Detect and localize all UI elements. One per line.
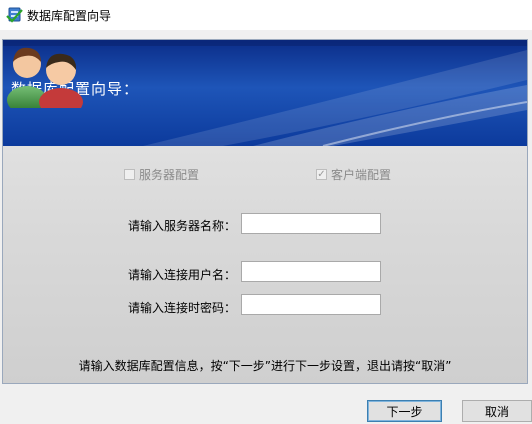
username-input[interactable] xyxy=(241,261,381,282)
client-config-label: 客户端配置 xyxy=(331,168,392,182)
password-label: 请输入连接时密码： xyxy=(127,301,236,315)
cancel-button[interactable]: 取消 xyxy=(462,400,532,422)
client-config-option[interactable]: ✓ 客户端配置 xyxy=(316,166,391,183)
next-button[interactable]: 下一步 xyxy=(367,400,442,422)
server-config-label: 服务器配置 xyxy=(139,168,200,182)
database-wizard-icon xyxy=(6,7,23,23)
username-label: 请输入连接用户名： xyxy=(127,268,236,282)
checkmark-icon: ✓ xyxy=(317,168,326,180)
instruction-text: 请输入数据库配置信息，按“下一步”进行下一步设置，退出请按“取消” xyxy=(78,359,452,373)
client-config-checkbox[interactable]: ✓ xyxy=(316,169,327,180)
server-name-input[interactable] xyxy=(241,213,381,234)
password-input[interactable] xyxy=(241,294,381,315)
server-name-label: 请输入服务器名称： xyxy=(127,219,236,233)
window-title: 数据库配置向导 xyxy=(27,9,112,23)
title-bar: 数据库配置向导 xyxy=(0,0,532,30)
users-icon xyxy=(7,47,83,108)
server-config-option[interactable]: 服务器配置 xyxy=(124,166,199,183)
wizard-panel: 数据库配置向导： 服务器配置 ✓ 客户端配置 请输入服务器名称： 请输入连接用户… xyxy=(2,39,528,384)
header-banner: 数据库配置向导： xyxy=(3,40,527,146)
server-config-checkbox[interactable] xyxy=(124,169,135,180)
